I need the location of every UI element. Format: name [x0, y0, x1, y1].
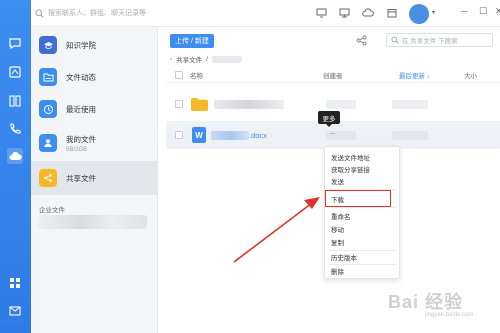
- annotation-arrow: [233, 197, 320, 263]
- watermark-url: jingyan.baidu.com: [425, 312, 474, 318]
- watermark-logo: Bai 经验: [388, 292, 464, 312]
